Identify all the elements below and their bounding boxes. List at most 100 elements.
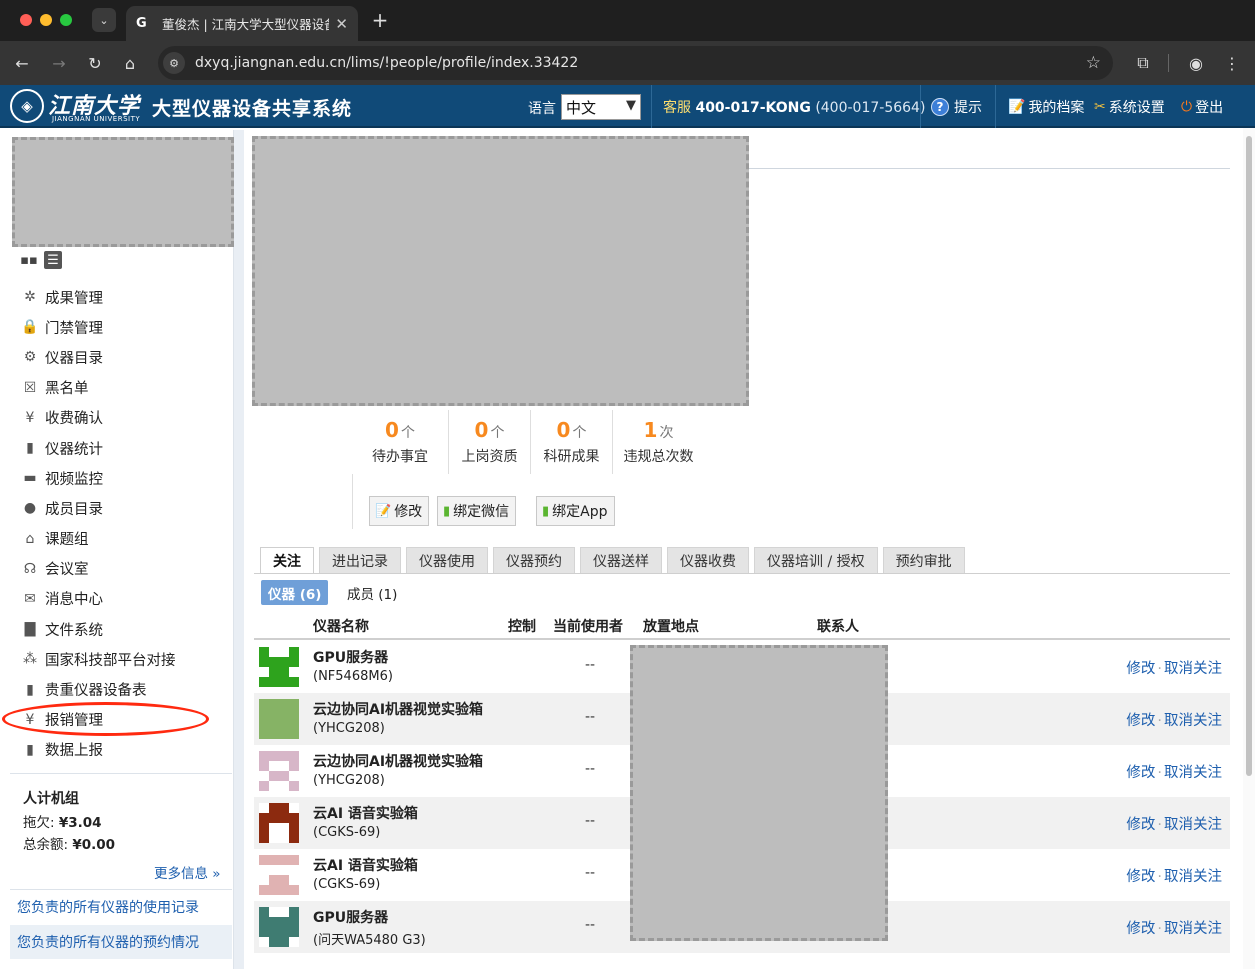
separator-dot: ·: [1157, 869, 1162, 885]
sidebar-item-3[interactable]: ☒ 黑名单: [20, 373, 176, 403]
sidebar-item-10[interactable]: ✉ 消息中心: [20, 584, 176, 614]
extensions-puzzle-icon[interactable]: ⧉: [1131, 51, 1155, 75]
page-scrollbar[interactable]: [1243, 128, 1255, 969]
bind-wechat-button[interactable]: ▮ 绑定微信: [437, 496, 517, 526]
subtab-instruments[interactable]: 仪器 (6): [261, 580, 329, 605]
logout-link[interactable]: ⏻ 登出: [1181, 97, 1223, 117]
language-select[interactable]: 中文 ▼: [561, 94, 641, 120]
edit-link[interactable]: 修改: [1126, 713, 1155, 729]
browser-menu-icon[interactable]: ⋮: [1220, 51, 1244, 75]
question-icon: ?: [931, 98, 949, 116]
tab-6[interactable]: 仪器培训 / 授权: [754, 547, 878, 573]
forward-arrow-icon[interactable]: →: [47, 51, 71, 75]
instrument-thumbnail[interactable]: [259, 751, 299, 791]
sidebar-item-12[interactable]: ⁂ 国家科技部平台对接: [20, 644, 176, 674]
window-close-button[interactable]: [20, 14, 32, 26]
edit-link[interactable]: 修改: [1126, 869, 1155, 885]
owed-value: ¥3.04: [58, 815, 102, 831]
profile-avatar-icon[interactable]: ◉: [1184, 51, 1208, 75]
instrument-name[interactable]: 云AI 语音实验箱: [313, 855, 418, 875]
window-minimize-button[interactable]: [40, 14, 52, 26]
sidebar-item-11[interactable]: ▇ 文件系统: [20, 614, 176, 644]
sidebar-item-2[interactable]: ⚙ 仪器目录: [20, 342, 176, 372]
sidebar-item-7[interactable]: ● 成员目录: [20, 493, 176, 523]
edit-profile-button[interactable]: 📝 修改: [369, 496, 430, 526]
table-header: 仪器名称 控制 当前使用者 放置地点 联系人: [254, 611, 1230, 640]
system-settings-link[interactable]: ✂ 系统设置: [1094, 97, 1165, 117]
unfollow-link[interactable]: 取消关注: [1164, 817, 1222, 833]
instrument-thumbnail[interactable]: [259, 647, 299, 687]
browser-tab[interactable]: G 董俊杰 | 江南大学大型仪器设备 ✕: [126, 6, 358, 41]
more-info-link[interactable]: 更多信息 »: [154, 862, 221, 882]
new-tab-plus-icon[interactable]: +: [368, 8, 392, 32]
stat-item[interactable]: 1 次违规总次数: [612, 410, 704, 474]
sidebar-item-4[interactable]: ¥ 收费确认: [20, 403, 176, 433]
sidebar-item-9[interactable]: ☊ 会议室: [20, 554, 176, 584]
site-info-icon[interactable]: ⚙: [163, 52, 185, 74]
current-user: --: [585, 865, 596, 881]
sidebar-item-1[interactable]: 🔒 门禁管理: [20, 312, 176, 342]
instrument-thumbnail[interactable]: [259, 803, 299, 843]
account-owed: 拖欠: ¥3.04: [23, 811, 102, 831]
account-group-name: 人计机组: [23, 791, 79, 807]
tab-3[interactable]: 仪器预约: [493, 547, 575, 573]
stat-item[interactable]: 0 个上岗资质: [448, 410, 530, 474]
tab-4[interactable]: 仪器送样: [580, 547, 662, 573]
url-text[interactable]: dxyq.jiangnan.edu.cn/lims/!people/profil…: [195, 55, 1086, 71]
address-bar[interactable]: ⚙ dxyq.jiangnan.edu.cn/lims/!people/prof…: [158, 46, 1113, 80]
tab-5[interactable]: 仪器收费: [667, 547, 749, 573]
sidebar-item-8[interactable]: ⌂ 课题组: [20, 524, 176, 554]
list-view-icon[interactable]: ☰: [44, 251, 62, 269]
sidebar-item-0[interactable]: ✲ 成果管理: [20, 282, 176, 312]
instrument-thumbnail[interactable]: [259, 907, 299, 947]
bookmark-star-icon[interactable]: ☆: [1086, 53, 1101, 73]
tab-close-icon[interactable]: ✕: [335, 15, 348, 33]
instrument-name[interactable]: 云边协同AI机器视觉实验箱: [313, 699, 483, 719]
bind-app-button[interactable]: ▮ 绑定App: [536, 496, 615, 526]
instrument-thumbnail[interactable]: [259, 855, 299, 895]
tab-2[interactable]: 仪器使用: [406, 547, 488, 573]
scrollbar-thumb[interactable]: [1246, 136, 1252, 776]
home-icon[interactable]: ⌂: [118, 51, 142, 75]
unfollow-link[interactable]: 取消关注: [1164, 713, 1222, 729]
col-control: 控制: [508, 619, 536, 635]
reservation-status-link[interactable]: 您负责的所有仪器的预约情况: [10, 925, 232, 959]
tools-icon: ✂: [1094, 99, 1106, 115]
sidebar-item-13[interactable]: ▮ 贵重仪器设备表: [20, 674, 176, 704]
edit-link[interactable]: 修改: [1126, 817, 1155, 833]
instrument-name[interactable]: 云边协同AI机器视觉实验箱: [313, 751, 483, 771]
sidebar-item-5[interactable]: ▮ 仪器统计: [20, 433, 176, 463]
separator-dot: ·: [1157, 661, 1162, 677]
unfollow-link[interactable]: 取消关注: [1164, 661, 1222, 677]
tab-1[interactable]: 进出记录: [319, 547, 401, 573]
back-arrow-icon[interactable]: ←: [10, 51, 34, 75]
tab-search-chevron-icon[interactable]: ⌄: [92, 8, 116, 32]
edit-link[interactable]: 修改: [1126, 765, 1155, 781]
grid-view-icon[interactable]: ▪▪: [20, 251, 38, 269]
usage-records-link[interactable]: 您负责的所有仪器的使用记录: [10, 890, 232, 924]
instrument-name[interactable]: GPU服务器: [313, 907, 388, 927]
tab-0[interactable]: 关注: [260, 547, 314, 574]
instrument-thumbnail[interactable]: [259, 699, 299, 739]
unfollow-link[interactable]: 取消关注: [1164, 869, 1222, 885]
window-zoom-button[interactable]: [60, 14, 72, 26]
subtab-members[interactable]: 成员 (1): [340, 580, 404, 605]
sidebar-item-15[interactable]: ▮ 数据上报: [20, 735, 176, 765]
edit-link[interactable]: 修改: [1126, 661, 1155, 677]
edit-link[interactable]: 修改: [1126, 921, 1155, 937]
tab-7[interactable]: 预约审批: [882, 547, 965, 573]
reload-icon[interactable]: ↻: [83, 51, 107, 75]
sidebar-item-6[interactable]: ▬ 视频监控: [20, 463, 176, 493]
unfollow-link[interactable]: 取消关注: [1164, 765, 1222, 781]
hint-button[interactable]: ? 提示: [931, 97, 982, 117]
instrument-name[interactable]: GPU服务器: [313, 647, 388, 667]
stat-item[interactable]: 0 个待办事宜: [352, 410, 448, 474]
my-profile-link[interactable]: 📝 我的档案: [1008, 97, 1084, 117]
stat-item[interactable]: 0 个科研成果: [530, 410, 612, 474]
unfollow-link[interactable]: 取消关注: [1164, 921, 1222, 937]
instrument-name[interactable]: 云AI 语音实验箱: [313, 803, 418, 823]
sidebar-divider: [10, 773, 232, 774]
separator-dot: ·: [1157, 921, 1162, 937]
avatar-redacted: [12, 137, 234, 247]
profile-stats: 0 个待办事宜 0 个上岗资质 0 个科研成果 1 次违规总次数: [352, 410, 704, 474]
